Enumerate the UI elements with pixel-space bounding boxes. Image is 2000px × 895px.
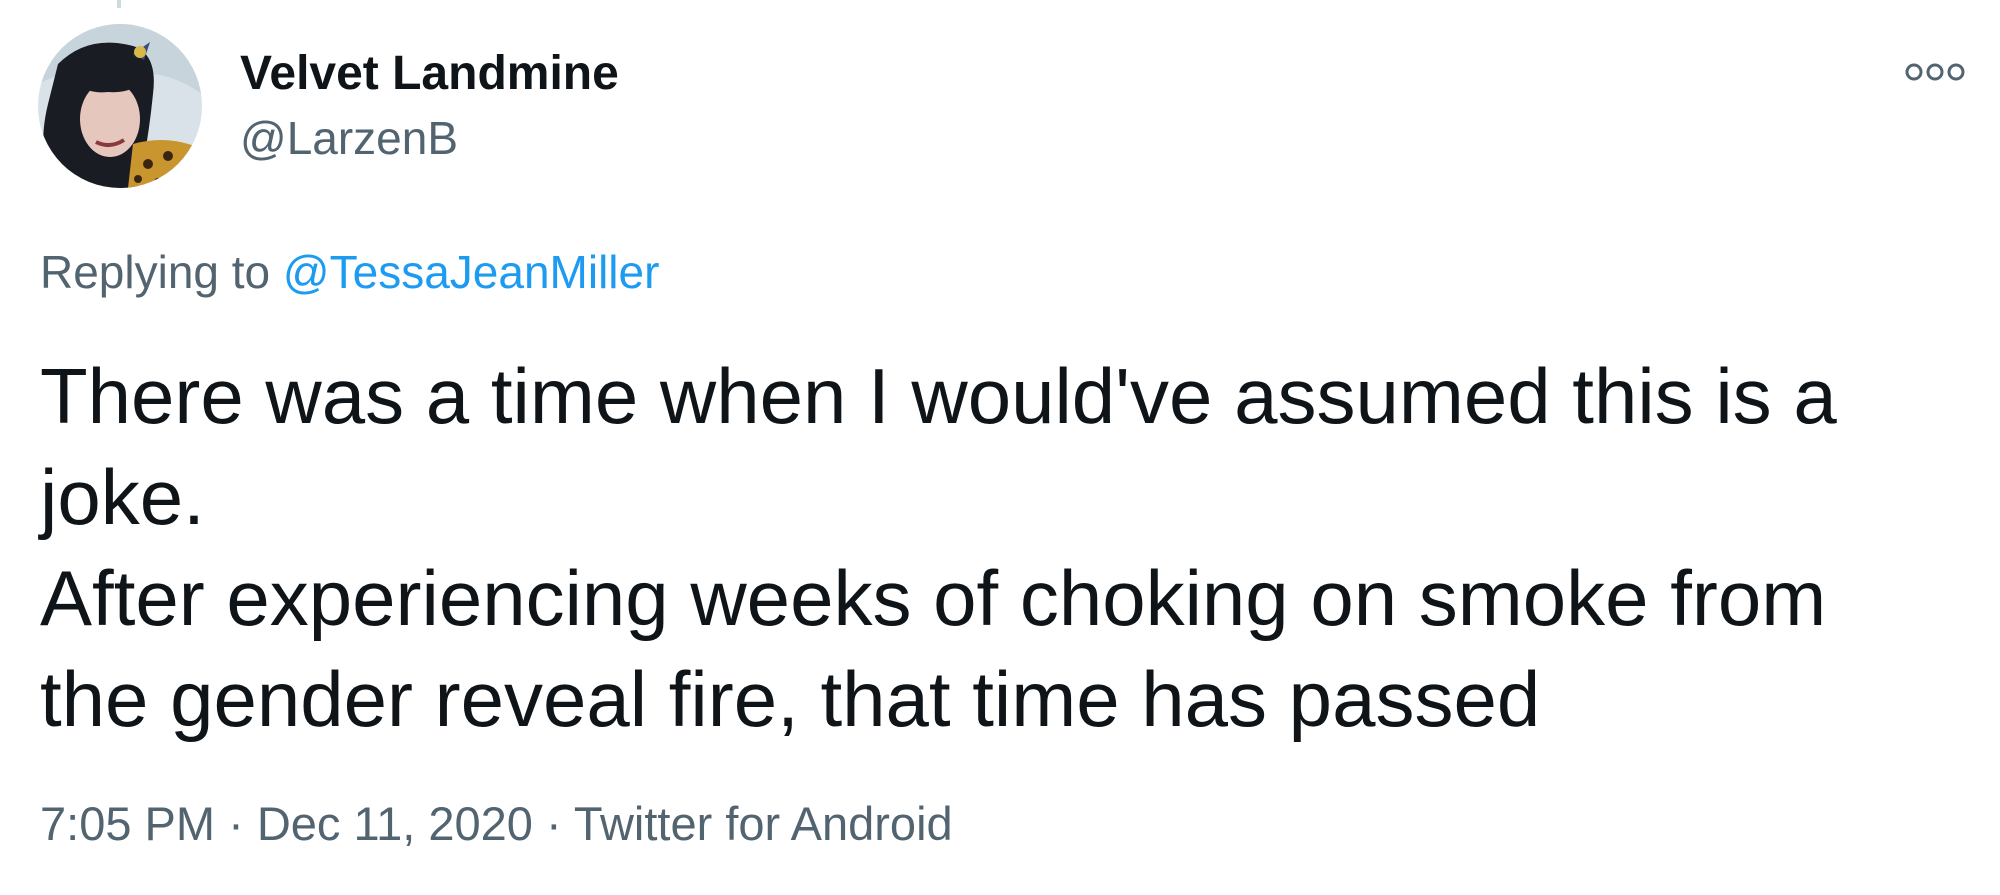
thread-connector-line [117, 0, 121, 8]
tweet-card: Velvet Landmine @LarzenB Replying to @Te… [0, 0, 2000, 895]
tweet-metadata: 7:05 PM · Dec 11, 2020 · Twitter for And… [40, 796, 953, 852]
tweet-date[interactable]: Dec 11, 2020 [257, 797, 533, 850]
meta-separator: · [546, 797, 562, 850]
more-options-button[interactable] [1900, 52, 1970, 92]
more-options-icon [1905, 63, 1965, 81]
tweet-source[interactable]: Twitter for Android [574, 797, 953, 850]
meta-separator: · [228, 797, 244, 850]
tweet-text-line: the gender reveal fire, that time has pa… [40, 655, 1541, 743]
replying-to: Replying to @TessaJeanMiller [40, 244, 659, 300]
replying-to-label: Replying to [40, 246, 271, 298]
author-name[interactable]: Velvet Landmine [240, 46, 619, 102]
tweet-text-line: After experiencing weeks of choking on s… [40, 554, 1827, 642]
reply-mention-link[interactable]: @TessaJeanMiller [283, 246, 660, 298]
tweet-time[interactable]: 7:05 PM [40, 797, 215, 850]
author-handle[interactable]: @LarzenB [240, 110, 458, 166]
tweet-text: There was a time when I would've assumed… [40, 346, 1940, 750]
tweet-text-line: joke. [40, 453, 205, 541]
avatar[interactable] [38, 24, 202, 188]
tweet-text-line: There was a time when I would've assumed… [40, 352, 1837, 440]
